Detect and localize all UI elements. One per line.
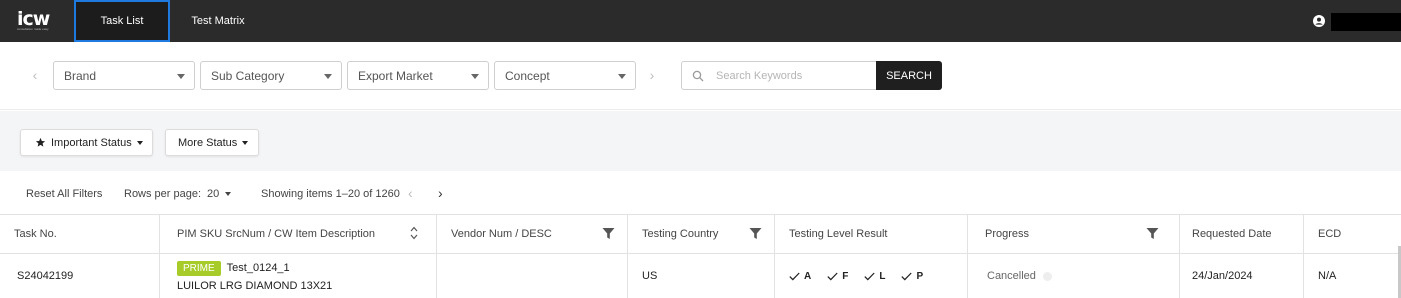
column-header-label: Requested Date <box>1192 228 1272 240</box>
cell-testing-level-result: A F L P <box>775 254 968 298</box>
column-header-pim-sku[interactable]: PIM SKU SrcNum / CW Item Description <box>160 214 437 254</box>
important-status-button[interactable]: Important Status <box>20 129 153 156</box>
rows-per-page-value: 20 <box>207 188 220 200</box>
sku-text: Test_0124_1 <box>226 262 290 274</box>
column-header-requested-date[interactable]: Requested Date <box>1180 214 1304 254</box>
rows-per-page-label: Rows per page: <box>124 188 202 200</box>
next-page-icon[interactable]: › <box>438 185 443 201</box>
concept-select[interactable]: Concept <box>494 61 636 90</box>
column-header-label: Testing Level Result <box>789 228 888 240</box>
search-box[interactable] <box>681 61 877 90</box>
sub-category-select[interactable]: Sub Category <box>200 61 342 90</box>
chevron-down-icon <box>324 74 332 79</box>
user-account-icon[interactable] <box>1313 15 1325 27</box>
chevron-down-icon <box>242 140 249 145</box>
star-icon <box>35 137 46 147</box>
chevron-down-icon <box>471 74 479 79</box>
level-result-l: L <box>864 271 885 282</box>
tab-test-matrix[interactable]: Test Matrix <box>170 0 266 42</box>
column-header-label: ECD <box>1318 228 1342 240</box>
column-header-progress[interactable]: Progress <box>968 214 1180 254</box>
cell-vendor <box>437 254 628 298</box>
level-label: P <box>916 270 924 282</box>
chevron-down-icon <box>177 74 185 79</box>
important-status-label: Important Status <box>51 136 132 149</box>
brand-select-label: Brand <box>64 68 97 83</box>
cell-testing-country: US <box>628 254 775 298</box>
cell-requested-date: 24/Jan/2024 <box>1180 254 1304 298</box>
filter-scroll-left-icon[interactable]: ‹ <box>29 67 41 83</box>
search-input[interactable] <box>716 69 866 82</box>
check-icon <box>827 272 838 280</box>
filter-funnel-icon[interactable] <box>1146 227 1159 240</box>
column-header-testing-level-result[interactable]: Testing Level Result <box>775 214 968 254</box>
pagination-summary: Showing items 1–20 of 1260 <box>261 188 400 200</box>
cell-progress: Cancelled <box>968 254 1180 298</box>
export-market-select[interactable]: Export Market <box>347 61 489 90</box>
reset-all-filters-link[interactable]: Reset All Filters <box>26 188 102 200</box>
level-result-a: A <box>789 271 811 282</box>
column-header-ecd[interactable]: ECD <box>1304 214 1401 254</box>
prime-badge: PRIME <box>177 260 221 276</box>
rows-per-page-select[interactable]: 20 <box>207 188 232 200</box>
column-header-label: Task No. <box>14 228 57 240</box>
status-dot-icon <box>1042 271 1052 281</box>
column-header-label: PIM SKU SrcNum / CW Item Description <box>177 228 376 240</box>
sub-category-select-label: Sub Category <box>211 68 285 83</box>
filter-scroll-right-icon[interactable]: › <box>646 67 658 83</box>
brand-select[interactable]: Brand <box>53 61 195 90</box>
item-description: LUILOR LRG DIAMOND 13X21 <box>177 279 333 292</box>
user-name-redacted <box>1331 13 1401 31</box>
level-label: L <box>879 270 886 282</box>
column-header-task-no[interactable]: Task No. <box>0 214 160 254</box>
level-label: F <box>842 270 849 282</box>
sort-icon[interactable] <box>410 226 418 240</box>
chevron-down-icon <box>136 140 143 145</box>
column-header-label: Progress <box>985 228 1030 240</box>
cell-ecd: N/A <box>1318 270 1337 282</box>
level-label: A <box>804 270 812 282</box>
more-status-label: More Status <box>178 136 238 149</box>
cell-pim-sku[interactable]: PRIME Test_0124_1 LUILOR LRG DIAMOND 13X… <box>160 254 437 298</box>
cell-task-no[interactable]: S24042199 <box>0 254 160 298</box>
check-icon <box>789 272 800 280</box>
concept-select-label: Concept <box>505 68 550 83</box>
filter-funnel-icon[interactable] <box>602 227 615 240</box>
level-result-f: F <box>827 271 848 282</box>
export-market-select-label: Export Market <box>358 68 433 83</box>
column-header-label: Testing Country <box>642 228 719 240</box>
prev-page-icon[interactable]: ‹ <box>408 185 413 201</box>
filter-funnel-icon[interactable] <box>749 227 762 240</box>
progress-status: Cancelled <box>987 270 1036 282</box>
check-icon <box>864 272 875 280</box>
chevron-down-icon <box>225 192 232 197</box>
column-header-vendor[interactable]: Vendor Num / DESC <box>437 214 628 254</box>
level-result-p: P <box>901 271 923 282</box>
check-icon <box>901 272 913 280</box>
column-header-label: Vendor Num / DESC <box>451 228 552 240</box>
more-status-button[interactable]: More Status <box>165 129 259 156</box>
icw-logo[interactable]: icw consultation made easy <box>17 8 57 33</box>
tab-task-list[interactable]: Task List <box>74 0 170 42</box>
column-header-testing-country[interactable]: Testing Country <box>628 214 775 254</box>
logo-tagline: consultation made easy <box>17 27 49 31</box>
chevron-down-icon <box>618 74 626 79</box>
logo-mark: icw <box>17 8 50 30</box>
search-button[interactable]: SEARCH <box>876 61 942 90</box>
search-icon <box>692 70 704 81</box>
